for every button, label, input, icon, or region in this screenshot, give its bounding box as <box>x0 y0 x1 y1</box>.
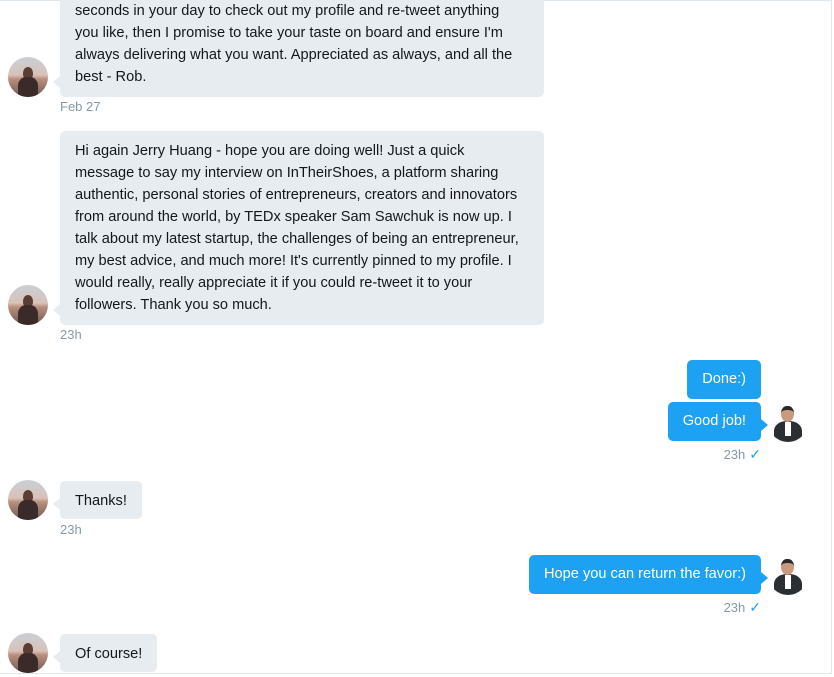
sender-avatar[interactable] <box>8 480 48 520</box>
own-avatar[interactable] <box>768 555 808 595</box>
avatar-body <box>18 77 38 97</box>
bubble-tail <box>761 419 768 431</box>
incoming-message-bubble: Of course! <box>53 634 158 672</box>
message-line: from around the world, by TEDx speaker S… <box>75 209 512 225</box>
avatar-head <box>781 559 794 575</box>
incoming-message-bubble: Hi again Jerry Huang - hope you are doin… <box>53 131 544 325</box>
message-text: Good job! <box>682 413 746 429</box>
message-line: best - Rob. <box>75 69 147 85</box>
message-timestamp: 23h <box>723 600 746 615</box>
outgoing-message-bubble: Hope you can return the favor:) <box>529 555 768 594</box>
message-line: my best advice, and much more! It's curr… <box>75 253 512 269</box>
message-timestamp-row: 23h ✓ <box>724 446 761 463</box>
own-avatar[interactable] <box>768 402 808 442</box>
message-timestamp-row: 23h ✓ <box>724 599 761 616</box>
message-line: seconds in your day to check out my prof… <box>75 3 500 19</box>
message-timestamp: 23h <box>60 327 82 342</box>
incoming-message-bubble: Thanks! <box>53 481 142 519</box>
message-timestamp: 23h <box>60 522 82 537</box>
bubble-tail <box>53 304 60 316</box>
message-line: followers. Thank you so much. <box>75 297 272 313</box>
avatar-body <box>18 653 38 673</box>
message-text: Hope you can return the favor:) <box>544 566 746 582</box>
message-text: Thanks! <box>75 493 127 509</box>
avatar-body <box>18 305 38 325</box>
avatar-shirt <box>785 575 791 589</box>
sender-avatar[interactable] <box>8 633 48 673</box>
message-line: would really, really appreciate it if yo… <box>75 275 473 291</box>
outgoing-message-bubble: Good job! <box>667 402 768 441</box>
bubble-tail <box>53 498 60 510</box>
message-line: Hi again Jerry Huang - hope you are doin… <box>75 143 465 159</box>
outgoing-message-bubble: Done:) <box>687 360 761 399</box>
bubble-tail <box>53 76 60 88</box>
bubble-tail <box>761 572 768 584</box>
message-line: always delivering what you want. Appreci… <box>75 47 513 63</box>
message-text: Done:) <box>702 371 746 387</box>
message-timestamp: Feb 27 <box>60 99 101 114</box>
incoming-message-bubble: seconds in your day to check out my prof… <box>53 0 544 97</box>
bubble-tail <box>53 651 60 663</box>
message-line: message to say my interview on InTheirSh… <box>75 165 499 181</box>
checkmark-icon: ✓ <box>749 599 761 615</box>
message-line: you like, then I promise to take your ta… <box>75 25 503 41</box>
message-text: Of course! <box>75 646 143 662</box>
sender-avatar[interactable] <box>8 57 48 97</box>
checkmark-icon: ✓ <box>749 446 761 462</box>
avatar-shirt <box>785 422 791 436</box>
message-line: authentic, personal stories of entrepren… <box>75 187 518 203</box>
avatar-head <box>781 406 794 422</box>
message-timestamp: 23h <box>723 447 746 462</box>
avatar-body <box>18 500 38 520</box>
sender-avatar[interactable] <box>8 285 48 325</box>
message-line: talk about my latest startup, the challe… <box>75 231 519 247</box>
